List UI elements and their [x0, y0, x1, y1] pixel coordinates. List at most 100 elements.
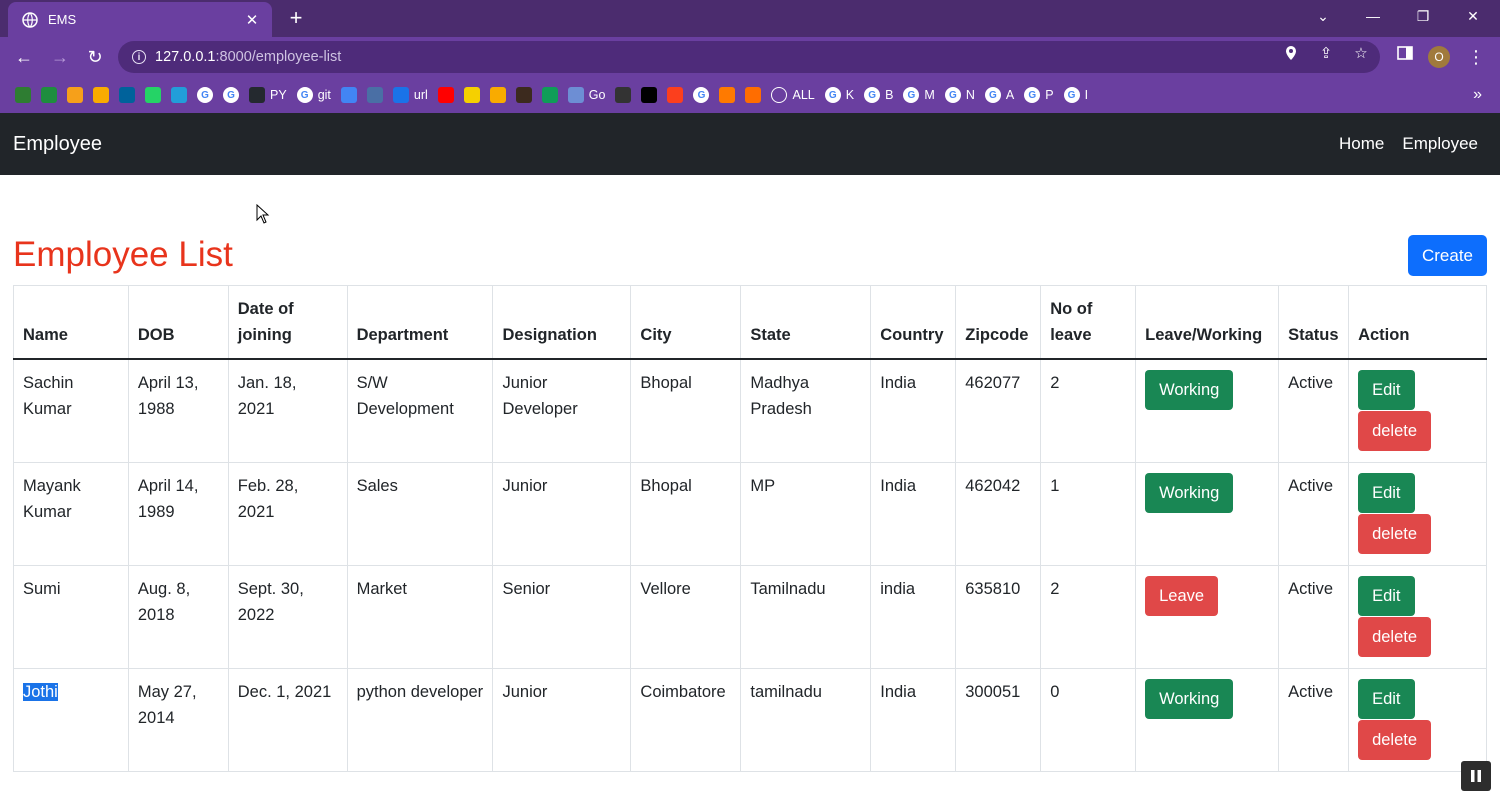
profile-avatar[interactable]: O	[1428, 46, 1450, 68]
bookmark-item[interactable]	[433, 81, 459, 109]
cell-state: MP	[740, 462, 872, 566]
bookmark-star-icon[interactable]: ☆	[1352, 44, 1370, 62]
google-icon: G	[1024, 87, 1041, 103]
delete-button[interactable]: delete	[1358, 617, 1432, 657]
edit-button[interactable]: Edit	[1358, 473, 1415, 513]
close-window-icon[interactable]: ✕	[1448, 0, 1498, 32]
browser-tab-strip: EMS ✕ + ⌄ — ❐ ✕	[0, 0, 1500, 37]
bookmark-item[interactable]: url	[388, 81, 433, 109]
working-button[interactable]: Working	[1145, 473, 1234, 513]
cell-zipcode: 462042	[955, 462, 1042, 566]
bookmark-item[interactable]	[88, 81, 114, 109]
column-header: State	[740, 285, 872, 360]
leaves-text: 2	[1050, 374, 1060, 392]
bookmark-item[interactable]: G	[218, 81, 244, 109]
edit-button[interactable]: Edit	[1358, 679, 1415, 719]
bookmark-item[interactable]	[114, 81, 140, 109]
doj-text: Jan. 18, 2021	[237, 374, 297, 418]
side-panel-icon[interactable]	[1396, 44, 1414, 62]
bookmark-item[interactable]	[459, 81, 485, 109]
bookmark-item[interactable]: GA	[980, 81, 1019, 109]
bookmark-item[interactable]: GP	[1019, 81, 1058, 109]
dob-text: May 27, 2014	[137, 683, 197, 727]
employee-table: Name DOB Date of joining Department Designat…	[13, 285, 1487, 772]
bookmark-item[interactable]: Ggit	[292, 81, 336, 109]
bookmark-item[interactable]: G	[192, 81, 218, 109]
google-icon: G	[903, 87, 920, 103]
bookmark-item[interactable]: GB	[859, 81, 898, 109]
address-bar[interactable]: i 127.0.0.1:8000/employee-list	[118, 41, 1380, 73]
bookmark-item[interactable]: GI	[1059, 81, 1093, 109]
pause-icon[interactable]	[1461, 761, 1491, 791]
minimize-icon[interactable]: —	[1348, 0, 1398, 32]
bookmark-item[interactable]	[166, 81, 192, 109]
bookmark-item[interactable]: PY	[244, 81, 292, 109]
more-bookmarks-icon[interactable]: »	[1473, 86, 1482, 104]
bookmark-item[interactable]	[636, 81, 662, 109]
reload-icon[interactable]: ↻	[83, 45, 107, 69]
name-text: Sachin Kumar	[23, 374, 74, 418]
bookmark-item[interactable]	[537, 81, 563, 109]
bookmark-item[interactable]: GM	[898, 81, 939, 109]
nav-link-employee[interactable]: Employee	[1393, 134, 1487, 154]
cell-zipcode: 462077	[955, 358, 1042, 463]
share-icon[interactable]: ⇪	[1317, 44, 1335, 62]
navbar-brand[interactable]: Employee	[13, 133, 1330, 156]
column-header: Zipcode	[955, 285, 1042, 360]
app-navbar: Employee Home Employee	[0, 113, 1500, 175]
restore-icon[interactable]: ❐	[1398, 0, 1448, 32]
bookmark-item[interactable]	[511, 81, 537, 109]
working-button[interactable]: Working	[1145, 679, 1234, 719]
cell-department: Market	[346, 565, 494, 669]
browser-tab[interactable]: EMS ✕	[8, 2, 272, 37]
close-tab-icon[interactable]: ✕	[242, 11, 262, 29]
bookmark-label: A	[1005, 88, 1015, 102]
tab-search-icon[interactable]: ⌄	[1298, 0, 1348, 32]
delete-button[interactable]: delete	[1358, 411, 1432, 451]
bookmark-item[interactable]: Go	[563, 81, 611, 109]
bookmark-item[interactable]	[362, 81, 388, 109]
bookmark-item[interactable]	[336, 81, 362, 109]
cell-leaves: 2	[1040, 565, 1137, 669]
cell-doj: Dec. 1, 2021	[227, 668, 348, 772]
column-header: Country	[870, 285, 957, 360]
bookmark-item[interactable]	[740, 81, 766, 109]
cell-city: Bhopal	[630, 462, 742, 566]
bookmark-item[interactable]	[485, 81, 511, 109]
leave-button[interactable]: Leave	[1145, 576, 1219, 616]
leaves-text: 2	[1050, 580, 1060, 598]
new-tab-button[interactable]: +	[284, 6, 308, 30]
column-header: Status	[1278, 285, 1350, 360]
nav-link-home[interactable]: Home	[1330, 134, 1393, 154]
delete-button[interactable]: delete	[1358, 514, 1432, 554]
bookmark-item[interactable]	[662, 81, 688, 109]
edit-button[interactable]: Edit	[1358, 576, 1415, 616]
cell-action: Edit delete	[1348, 358, 1487, 463]
bookmark-item[interactable]	[714, 81, 740, 109]
back-icon[interactable]: ←	[12, 45, 36, 69]
browser-menu-icon[interactable]: ⋮	[1466, 45, 1486, 69]
forward-icon[interactable]: →	[48, 45, 72, 69]
bookmark-item[interactable]	[10, 81, 36, 109]
github-icon	[249, 87, 265, 103]
dob-text: April 13, 1988	[137, 374, 199, 418]
bookmark-item[interactable]: ALL	[766, 81, 819, 109]
bookmark-item[interactable]	[140, 81, 166, 109]
edit-button[interactable]: Edit	[1358, 370, 1415, 410]
cell-doj: Sept. 30, 2022	[227, 565, 348, 669]
bookmark-item[interactable]: G	[688, 81, 714, 109]
create-button[interactable]: Create	[1408, 235, 1487, 276]
bookmark-item[interactable]: GN	[940, 81, 980, 109]
doj-text: Sept. 30, 2022	[237, 580, 304, 624]
bookmark-item[interactable]	[610, 81, 636, 109]
bookmark-item[interactable]	[62, 81, 88, 109]
status-text: Active	[1288, 580, 1334, 598]
working-button[interactable]: Working	[1145, 370, 1234, 410]
bookmark-item[interactable]	[36, 81, 62, 109]
location-icon[interactable]	[1282, 44, 1300, 62]
bookmark-item[interactable]: GK	[820, 81, 859, 109]
bookmark-icon-8	[489, 87, 506, 103]
delete-button[interactable]: delete	[1358, 720, 1432, 760]
site-info-icon[interactable]: i	[132, 50, 146, 64]
column-header: Action	[1348, 285, 1487, 360]
